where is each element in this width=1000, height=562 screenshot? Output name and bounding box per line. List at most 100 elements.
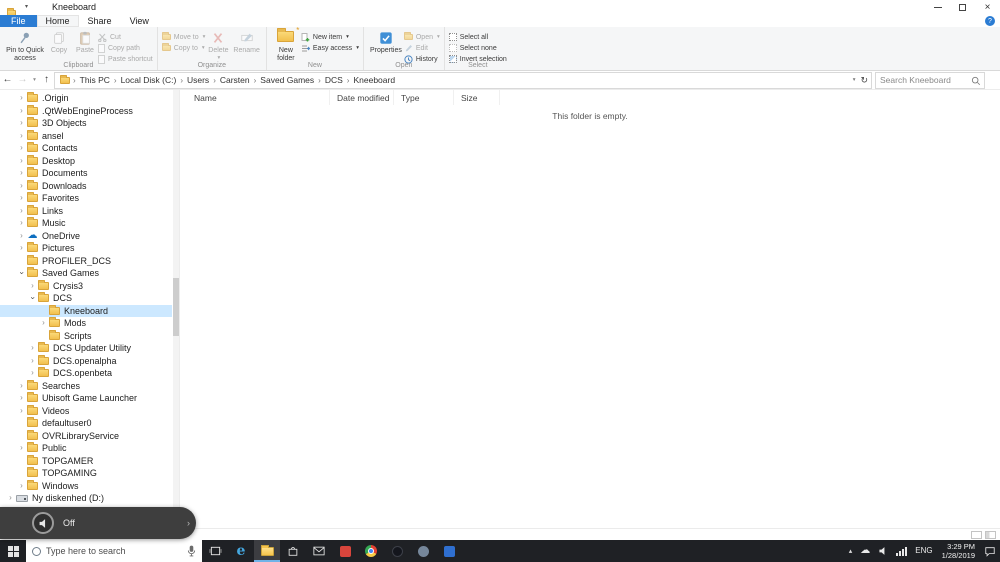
tree-item-dcs-openalpha[interactable]: › DCS.openalpha xyxy=(0,354,172,368)
tree-item-profiler-dcs[interactable]: PROFILER_DCS xyxy=(0,254,172,268)
expand-chevron-icon[interactable]: › xyxy=(17,94,26,102)
large-icons-view-button[interactable] xyxy=(985,530,996,539)
file-list-pane[interactable]: Name Date modified Type Size This folder is… xyxy=(179,90,1000,528)
app-button-gray[interactable] xyxy=(410,540,436,562)
tree-item-dcs-openbeta[interactable]: › DCS.openbeta xyxy=(0,367,172,380)
breadcrumb-item-local-disk-c[interactable]: Local Disk (C:) xyxy=(118,75,180,85)
tree-item-desktop[interactable]: › Desktop xyxy=(0,154,172,168)
edit-button[interactable]: Edit xyxy=(404,44,440,52)
pin-to-quick-access-button[interactable]: Pin to Quick access xyxy=(4,29,46,64)
edge-button[interactable]: e xyxy=(228,540,254,562)
new-folder-button[interactable]: * New folder xyxy=(271,26,301,64)
new-item-button[interactable]: New item ▾ xyxy=(301,32,359,41)
expand-chevron-icon[interactable]: › xyxy=(17,144,26,152)
expand-chevron-icon[interactable]: › xyxy=(17,481,26,490)
details-view-button[interactable] xyxy=(971,530,982,539)
expand-chevron-icon[interactable]: › xyxy=(17,106,26,115)
tree-item-origin[interactable]: › .Origin xyxy=(0,92,172,105)
tree-item-scripts[interactable]: Scripts xyxy=(0,329,172,343)
back-button[interactable]: ← xyxy=(0,75,15,85)
expand-chevron-icon[interactable]: › xyxy=(17,131,26,140)
paste-button[interactable]: Paste xyxy=(72,29,98,56)
forward-button[interactable]: → xyxy=(15,75,30,85)
collapse-chevron-icon[interactable]: › xyxy=(29,294,38,303)
tree-item-onedrive[interactable]: › ☁ OneDrive xyxy=(0,230,172,243)
expand-chevron-icon[interactable]: › xyxy=(39,319,48,327)
expand-chevron-icon[interactable]: › xyxy=(17,381,26,390)
store-button[interactable] xyxy=(280,540,306,562)
expand-chevron-icon[interactable]: › xyxy=(28,281,37,290)
column-header-size[interactable]: Size xyxy=(454,90,500,105)
app-button-red[interactable] xyxy=(332,540,358,562)
taskbar-clock[interactable]: 3:29 PM 1/28/2019 xyxy=(937,542,980,560)
expand-chevron-icon[interactable]: › xyxy=(17,444,26,452)
tree-item-downloads[interactable]: › Downloads xyxy=(0,179,172,193)
tree-item-music[interactable]: › Music xyxy=(0,217,172,230)
tree-item-favorites[interactable]: › Favorites xyxy=(0,192,172,205)
expand-chevron-icon[interactable]: › xyxy=(17,406,26,415)
expand-chevron-icon[interactable]: › xyxy=(17,219,26,227)
copy-to-button[interactable]: Copy to ▾ xyxy=(161,43,206,52)
address-dropdown-caret-icon[interactable]: ▾ xyxy=(853,77,856,83)
tree-item-topgamer[interactable]: TOPGAMER xyxy=(0,454,172,468)
tree-item-3d-objects[interactable]: › 3D Objects xyxy=(0,117,172,130)
tree-item-topgaming[interactable]: TOPGAMING xyxy=(0,467,172,480)
language-indicator[interactable]: ENG xyxy=(911,547,936,555)
tab-file[interactable]: File xyxy=(0,15,37,27)
app-button-dark[interactable] xyxy=(384,540,410,562)
refresh-icon[interactable]: ↻ xyxy=(860,75,868,85)
tree-item-public[interactable]: › Public xyxy=(0,442,172,455)
breadcrumb-chevron-icon[interactable]: › xyxy=(72,76,77,85)
tree-item-ovrlibraryservice[interactable]: OVRLibraryService xyxy=(0,429,172,443)
expand-chevron-icon[interactable]: › xyxy=(17,194,26,202)
tab-view[interactable]: View xyxy=(121,15,158,27)
mail-button[interactable] xyxy=(306,540,332,562)
expand-chevron-icon[interactable]: › xyxy=(17,231,26,240)
help-icon[interactable]: ? xyxy=(985,16,995,26)
osd-expand-chevron-icon[interactable]: › xyxy=(187,518,190,528)
task-view-button[interactable] xyxy=(202,540,228,562)
expand-chevron-icon[interactable]: › xyxy=(28,356,37,365)
cut-button[interactable]: Cut xyxy=(98,33,153,42)
copy-path-button[interactable]: Copy path xyxy=(98,43,153,53)
tree-item-qtwebengineprocess[interactable]: › .QtWebEngineProcess xyxy=(0,104,172,118)
tree-item-defaultuser0[interactable]: defaultuser0 xyxy=(0,417,172,430)
address-box[interactable]: › This PC › Local Disk (C:) › Users › Carsten › S… xyxy=(54,71,872,89)
minimize-button[interactable] xyxy=(925,0,950,15)
recent-locations-caret-icon[interactable]: ▾ xyxy=(30,77,39,83)
breadcrumb-item-saved-games[interactable]: Saved Games xyxy=(257,75,317,85)
tree-item-crysis3[interactable]: › Crysis3 xyxy=(0,279,172,293)
microphone-icon[interactable] xyxy=(187,545,196,557)
expand-chevron-icon[interactable]: › xyxy=(17,181,26,190)
collapse-chevron-icon[interactable]: › xyxy=(18,269,27,278)
tree-item-contacts[interactable]: › Contacts xyxy=(0,142,172,155)
start-button[interactable] xyxy=(0,540,26,562)
expand-chevron-icon[interactable]: › xyxy=(17,169,26,177)
maximize-button[interactable] xyxy=(950,0,975,15)
tray-overflow-chevron-icon[interactable]: ▴ xyxy=(845,548,857,555)
chrome-button[interactable] xyxy=(358,540,384,562)
expand-chevron-icon[interactable]: › xyxy=(6,494,15,502)
taskbar-search-input[interactable]: Type here to search xyxy=(26,540,202,562)
app-button-blue[interactable] xyxy=(436,540,462,562)
volume-dial[interactable] xyxy=(32,512,54,534)
rename-button[interactable]: Rename xyxy=(231,29,261,56)
tree-item-ubisoft-game-launcher[interactable]: › Ubisoft Game Launcher xyxy=(0,392,172,405)
expand-chevron-icon[interactable]: › xyxy=(17,206,26,215)
tree-item-pictures[interactable]: › Pictures xyxy=(0,242,172,255)
column-header-type[interactable]: Type xyxy=(394,90,454,105)
tree-item-links[interactable]: › Links xyxy=(0,204,172,218)
breadcrumb-item-this-pc[interactable]: This PC xyxy=(77,75,113,85)
expand-chevron-icon[interactable]: › xyxy=(28,369,37,377)
expand-chevron-icon[interactable]: › xyxy=(17,156,26,165)
tree-item-dcs-updater-utility[interactable]: › DCS Updater Utility xyxy=(0,342,172,355)
breadcrumb-chevron-icon[interactable]: › xyxy=(113,76,118,85)
easy-access-button[interactable]: Easy access ▾ xyxy=(301,44,359,52)
file-explorer-button[interactable] xyxy=(254,540,280,562)
select-none-button[interactable]: Select none xyxy=(448,44,507,52)
tree-item-searches[interactable]: › Searches xyxy=(0,379,172,393)
open-button[interactable]: Open ▾ xyxy=(403,32,440,41)
tree-item-ansel[interactable]: › ansel xyxy=(0,129,172,143)
properties-button[interactable]: Properties xyxy=(368,29,404,56)
tree-item-videos[interactable]: › Videos xyxy=(0,404,172,418)
